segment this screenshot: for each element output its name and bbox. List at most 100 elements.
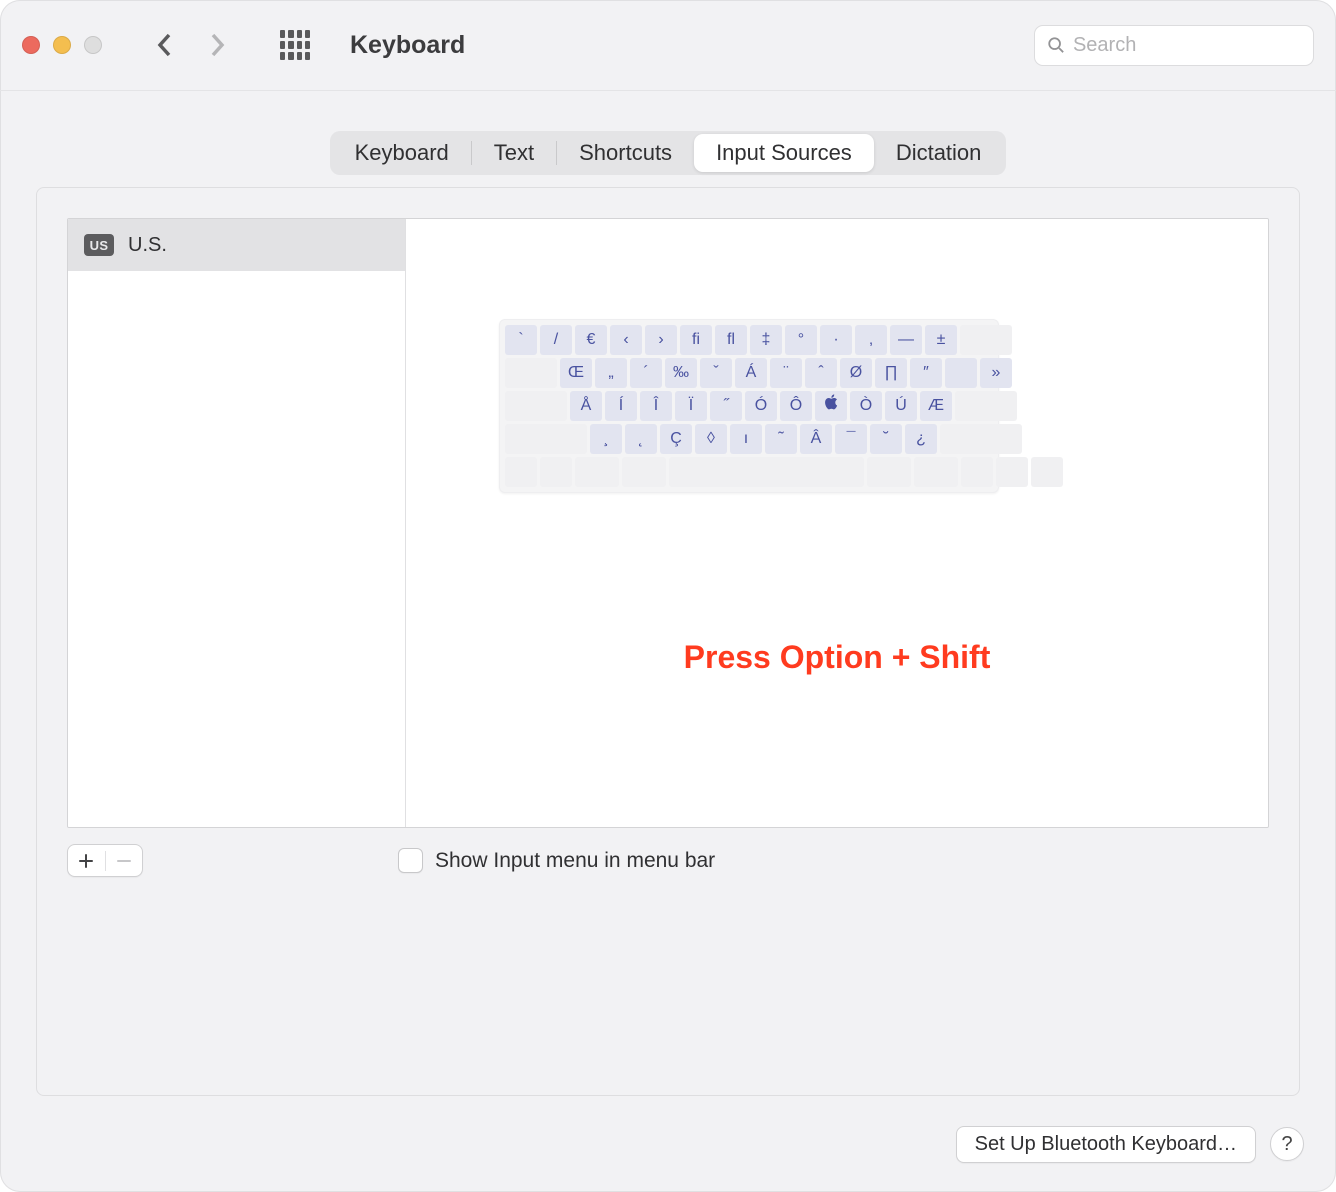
key: Á: [735, 358, 767, 388]
keyboard-row: [505, 457, 993, 487]
search-field[interactable]: [1034, 25, 1314, 66]
key: ›: [645, 325, 677, 355]
key: `: [505, 325, 537, 355]
key: ±: [925, 325, 957, 355]
minus-icon: [116, 853, 132, 869]
key: ·: [820, 325, 852, 355]
show-all-button[interactable]: [280, 30, 310, 60]
forward-button: [206, 33, 230, 57]
key: ¿: [905, 424, 937, 454]
key: [1031, 457, 1063, 487]
keyboard-row: `/€‹›ﬁﬂ‡°·‚—±: [505, 325, 993, 355]
key: [669, 457, 864, 487]
key: Ú: [885, 391, 917, 421]
key: Ø: [840, 358, 872, 388]
key: ‡: [750, 325, 782, 355]
setup-bluetooth-button[interactable]: Set Up Bluetooth Keyboard…: [956, 1126, 1256, 1163]
content-panel: US U.S. `/€‹›ﬁﬂ‡°·‚—±Œ„´‰ˇÁ¨ˆØ∏″»ÅÍÎÏ˝ÓÔ…: [36, 187, 1300, 1096]
tab-input-sources[interactable]: Input Sources: [694, 134, 874, 172]
tab-keyboard[interactable]: Keyboard: [333, 134, 471, 172]
key: ‰: [665, 358, 697, 388]
key: Í: [605, 391, 637, 421]
tab-shortcuts[interactable]: Shortcuts: [557, 134, 694, 172]
list-item[interactable]: US U.S.: [68, 219, 405, 271]
keyboard-row: ÅÍÎÏ˝ÓÔÒÚÆ: [505, 391, 993, 421]
key: „: [595, 358, 627, 388]
key: [815, 391, 847, 421]
list-item-label: U.S.: [128, 234, 167, 257]
key: ‚: [855, 325, 887, 355]
key: ¸: [590, 424, 622, 454]
tab-segmented-control: Keyboard Text Shortcuts Input Sources Di…: [330, 131, 1007, 175]
tab-text[interactable]: Text: [472, 134, 556, 172]
help-button[interactable]: ?: [1270, 1127, 1304, 1161]
key: Ò: [850, 391, 882, 421]
key: ˆ: [805, 358, 837, 388]
key: Â: [800, 424, 832, 454]
instruction-overlay: Press Option + Shift: [406, 639, 1268, 676]
footer: Set Up Bluetooth Keyboard… ?: [0, 1096, 1336, 1192]
key: €: [575, 325, 607, 355]
key: —: [890, 325, 922, 355]
keyboard-row: ¸˛Ç◊ı˜Â¯˘¿: [505, 424, 993, 454]
add-remove-control: [67, 844, 143, 877]
nav-buttons: [152, 33, 230, 57]
key: Ç: [660, 424, 692, 454]
minimize-window-button[interactable]: [53, 36, 71, 54]
search-input[interactable]: [1073, 34, 1301, 57]
key: [996, 457, 1028, 487]
tab-dictation[interactable]: Dictation: [874, 134, 1004, 172]
key: /: [540, 325, 572, 355]
keyboard-viewer: `/€‹›ﬁﬂ‡°·‚—±Œ„´‰ˇÁ¨ˆØ∏″»ÅÍÎÏ˝ÓÔÒÚÆ¸˛Ç◊ı…: [499, 319, 999, 493]
key: [540, 457, 572, 487]
apple-logo-icon: [824, 394, 838, 410]
key: »: [980, 358, 1012, 388]
plus-icon: [78, 853, 94, 869]
keyboard-preview-area: `/€‹›ﬁﬂ‡°·‚—±Œ„´‰ˇÁ¨ˆØ∏″»ÅÍÎÏ˝ÓÔÒÚÆ¸˛Ç◊ı…: [406, 219, 1268, 827]
key: ﬁ: [680, 325, 712, 355]
key: ﬂ: [715, 325, 747, 355]
key: Æ: [920, 391, 952, 421]
key: [960, 325, 1012, 355]
tab-strip: Keyboard Text Shortcuts Input Sources Di…: [0, 91, 1336, 175]
key: [867, 457, 911, 487]
key: Å: [570, 391, 602, 421]
remove-input-source-button: [106, 845, 143, 876]
key: ˜: [765, 424, 797, 454]
key: ı: [730, 424, 762, 454]
key: Œ: [560, 358, 592, 388]
show-input-menu-checkbox[interactable]: [398, 848, 423, 873]
key: Ï: [675, 391, 707, 421]
input-sources-list: US U.S.: [68, 219, 406, 827]
split-view: US U.S. `/€‹›ﬁﬂ‡°·‚—±Œ„´‰ˇÁ¨ˆØ∏″»ÅÍÎÏ˝ÓÔ…: [67, 218, 1269, 828]
show-input-menu-row: Show Input menu in menu bar: [398, 848, 715, 873]
key: ″: [910, 358, 942, 388]
key: ˛: [625, 424, 657, 454]
key: [505, 391, 567, 421]
window-title: Keyboard: [350, 31, 465, 60]
key: [940, 424, 1022, 454]
key: Î: [640, 391, 672, 421]
key: Ó: [745, 391, 777, 421]
key: [914, 457, 958, 487]
close-window-button[interactable]: [22, 36, 40, 54]
key: ∏: [875, 358, 907, 388]
key: °: [785, 325, 817, 355]
add-input-source-button[interactable]: [68, 845, 105, 876]
search-icon: [1047, 35, 1065, 55]
key: ¯: [835, 424, 867, 454]
key: ◊: [695, 424, 727, 454]
key: [945, 358, 977, 388]
below-split-row: Show Input menu in menu bar: [67, 828, 1269, 877]
key: ‹: [610, 325, 642, 355]
show-input-menu-label: Show Input menu in menu bar: [435, 849, 715, 873]
key: [622, 457, 666, 487]
back-button[interactable]: [152, 33, 176, 57]
us-flag-icon: US: [84, 234, 114, 256]
preferences-window: Keyboard Keyboard Text Shortcuts Input S…: [0, 0, 1336, 1192]
key: ´: [630, 358, 662, 388]
toolbar: Keyboard: [0, 0, 1336, 91]
key: [505, 424, 587, 454]
key: [505, 457, 537, 487]
key: ˝: [710, 391, 742, 421]
